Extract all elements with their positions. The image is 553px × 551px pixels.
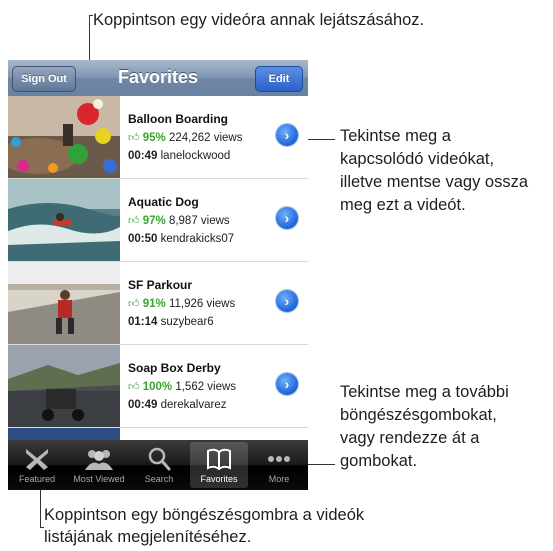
callout-line: gombokat. [340,452,418,470]
video-title: Balloon Boarding [128,112,228,126]
video-stats: 👍︎ 100% 1,562 views [128,380,236,393]
video-meta: 00:49 lanelockwood [128,150,230,162]
video-stats: 👍︎ 91% 11,926 views [128,297,235,310]
video-row[interactable]: Soap Box Derby 👍︎ 100% 1,562 views 00:49… [8,345,308,428]
video-user: lanelockwood [160,150,231,162]
callout-line: Koppintson egy böngészésgombra a videók [44,506,365,524]
video-row[interactable]: Balloon Boarding 👍︎ 95% 224,262 views 00… [8,96,308,179]
tab-featured[interactable]: Featured [8,442,66,488]
video-user: derekalvarez [160,399,227,411]
rating-percent: 100% [142,381,173,393]
callout-leader-top-tick [89,15,93,16]
search-icon [130,444,188,474]
phone-screen: Sign Out Favorites Edit Balloon Boarding [8,60,308,490]
thumbs-up-icon: 👍︎ [128,298,140,310]
video-user: kendrakicks07 [160,233,235,245]
tab-label: Most Viewed [73,474,125,484]
thumbs-up-icon: 👍︎ [128,381,140,393]
callout-line: böngészésgombokat, [340,406,497,424]
view-count: 8,987 views [168,215,230,227]
tab-label: Search [144,474,174,484]
people-icon [68,444,130,474]
video-thumbnail[interactable] [8,179,120,261]
tab-search[interactable]: Search [130,442,188,488]
rating-percent: 95% [142,132,166,144]
callout-line: vagy rendezze át a [340,429,480,447]
video-title: Aquatic Dog [128,195,199,209]
view-count: 224,262 views [168,132,243,144]
callout-line: listájának megjelenítéséhez. [44,528,252,546]
featured-x-icon [8,444,66,474]
tab-label: Featured [18,474,56,484]
callout-tap-browse-button: Koppintson egy böngészésgombra a videók … [44,504,364,548]
tab-bar: Featured Most Viewed Search Favorites Mo… [8,440,308,490]
detail-disclosure-icon[interactable]: › [276,124,298,146]
video-thumbnail[interactable] [8,345,120,427]
tab-favorites[interactable]: Favorites [190,442,248,488]
video-stats: 👍︎ 95% 224,262 views [128,131,242,144]
video-meta: 01:14 suzybear6 [128,316,214,328]
video-row[interactable] [8,428,308,440]
callout-leader-bottom-tick [40,527,44,528]
callout-line: illetve mentse vagy ossza [340,173,529,191]
video-duration: 01:14 [128,316,158,328]
callout-line: kapcsolódó videókat, [340,150,495,168]
tab-most-viewed[interactable]: Most Viewed [68,442,130,488]
video-meta: 00:50 kendrakicks07 [128,233,234,245]
video-row[interactable]: SF Parkour 👍︎ 91% 11,926 views 01:14 suz… [8,262,308,345]
view-count: 11,926 views [168,298,236,310]
thumbs-up-icon: 👍︎ [128,215,140,227]
detail-disclosure-icon[interactable]: › [276,373,298,395]
more-dots-icon [250,444,308,474]
video-thumbnail[interactable] [8,96,120,178]
rating-percent: 97% [142,215,166,227]
detail-disclosure-icon[interactable]: › [276,290,298,312]
video-thumbnail[interactable] [8,428,120,440]
video-user: suzybear6 [160,316,214,328]
tab-label: More [268,474,290,484]
view-count: 1,562 views [175,381,237,393]
video-duration: 00:50 [128,233,158,245]
video-meta: 00:49 derekalvarez [128,399,226,411]
book-icon [190,444,248,474]
rating-percent: 91% [142,298,166,310]
video-stats: 👍︎ 97% 8,987 views [128,214,230,227]
edit-button[interactable]: Edit [255,66,303,92]
callout-tap-video: Koppintson egy videóra annak lejátszásáh… [93,11,425,29]
video-duration: 00:49 [128,399,158,411]
detail-disclosure-icon[interactable]: › [276,207,298,229]
thumbs-up-icon: 👍︎ [128,132,140,144]
video-row[interactable]: Aquatic Dog 👍︎ 97% 8,987 views 00:50 ken… [8,179,308,262]
callout-line: Tekintse meg a további [340,383,509,401]
navigation-bar: Sign Out Favorites Edit [8,60,308,97]
callout-related-videos: Tekintse meg a kapcsolódó videókat, ille… [340,125,528,217]
tab-more[interactable]: More [250,442,308,488]
video-thumbnail[interactable] [8,262,120,344]
tab-label: Favorites [200,474,238,484]
callout-line: meg ezt a videót. [340,196,466,214]
video-title: Soap Box Derby [128,361,221,375]
callout-line: Tekintse meg a [340,127,451,145]
callout-more-buttons: Tekintse meg a további böngészésgombokat… [340,381,509,473]
video-duration: 00:49 [128,150,158,162]
video-title: SF Parkour [128,278,193,292]
